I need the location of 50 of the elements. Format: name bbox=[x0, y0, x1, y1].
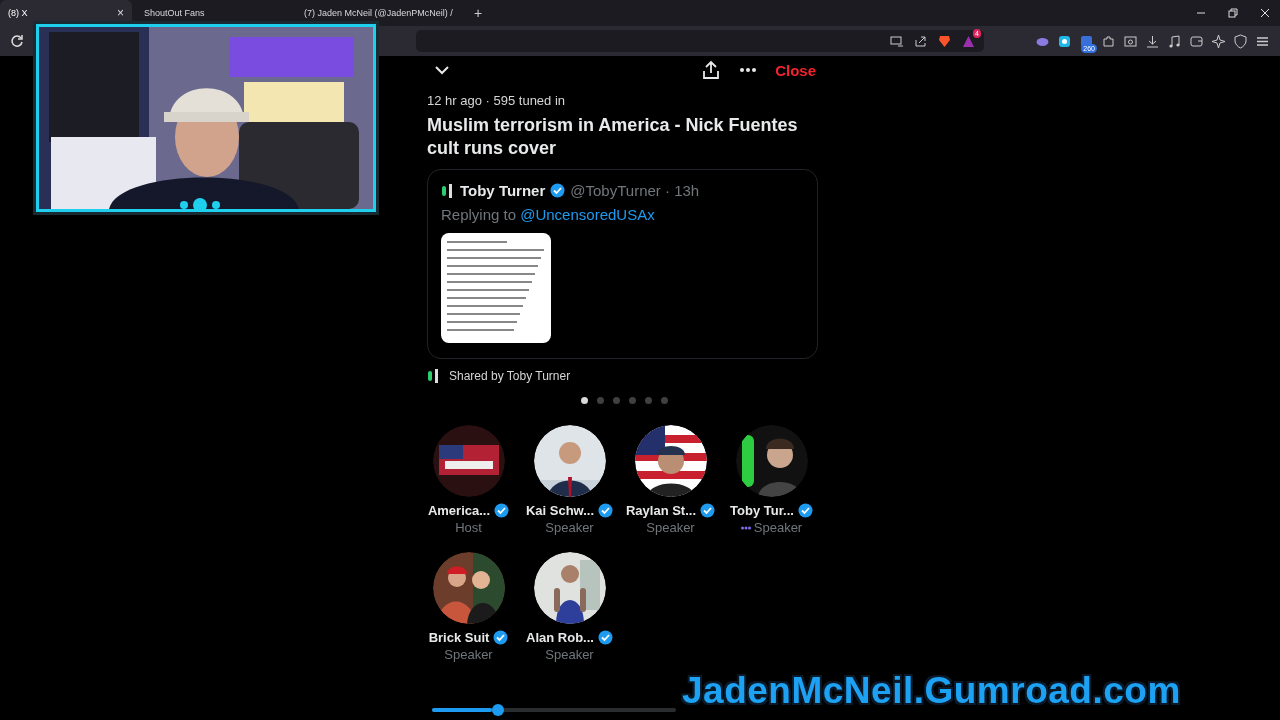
pager-dot[interactable] bbox=[597, 397, 604, 404]
reply-context: Replying to @UncensoredUSAx bbox=[441, 206, 656, 223]
handle-link[interactable]: @UncensoredUSAx bbox=[520, 206, 655, 223]
slider-handle[interactable] bbox=[491, 704, 504, 716]
sparkle-icon[interactable] bbox=[1211, 33, 1226, 49]
wallet-icon[interactable] bbox=[1189, 33, 1204, 49]
participant-name[interactable]: Raylan St... bbox=[625, 503, 697, 518]
search-window-icon[interactable] bbox=[1123, 33, 1138, 49]
reload-icon[interactable] bbox=[10, 34, 24, 48]
participant-name[interactable]: Toby Tur... bbox=[730, 503, 794, 518]
pager-dot[interactable] bbox=[661, 397, 668, 404]
participant-role: Speaker bbox=[753, 520, 803, 535]
lion-shield-icon[interactable] bbox=[937, 33, 952, 49]
space-meta: 12 hr ago · 595 tuned in bbox=[427, 93, 567, 108]
author-handle: @TobyTurner · 13h bbox=[570, 182, 700, 199]
triangle-icon[interactable] bbox=[961, 33, 976, 49]
participant-name[interactable]: Brick Suit bbox=[428, 630, 490, 645]
participant-role: Speaker bbox=[545, 520, 594, 535]
close-button[interactable]: Close bbox=[775, 61, 816, 79]
author-name: Toby Turner bbox=[460, 182, 546, 199]
browser-tab[interactable]: (7) Jaden McNeil (@JadenPMcNeil) / bbox=[290, 0, 460, 26]
screen-icon[interactable] bbox=[889, 33, 904, 49]
pager-dot[interactable] bbox=[581, 397, 588, 404]
quoted-post[interactable]: Toby Turner @TobyTurner · 13h Replying to @UncensoredUSAx bbox=[427, 169, 818, 359]
restore-icon[interactable] bbox=[1228, 8, 1238, 18]
close-icon[interactable]: × bbox=[117, 6, 124, 20]
pager-dot[interactable] bbox=[613, 397, 620, 404]
square-app-icon[interactable] bbox=[1057, 33, 1072, 49]
close-icon[interactable] bbox=[1260, 8, 1270, 18]
share-icon[interactable] bbox=[913, 33, 928, 49]
pager-dot[interactable] bbox=[629, 397, 636, 404]
download-icon[interactable] bbox=[1145, 33, 1160, 49]
space-title: Muslim terrorism in America - Nick Fuentes cult runs cover bbox=[427, 114, 799, 160]
music-note-icon[interactable] bbox=[1167, 33, 1182, 49]
participant-role: Speaker bbox=[444, 647, 493, 662]
shield-icon[interactable] bbox=[1233, 33, 1248, 49]
participant-name[interactable]: Alan Rob... bbox=[526, 630, 594, 645]
browser-tab[interactable]: ShoutOut Fans bbox=[136, 0, 286, 26]
chevron-down-icon[interactable] bbox=[434, 65, 450, 75]
pager-dot[interactable] bbox=[645, 397, 652, 404]
participant-role: Speaker bbox=[545, 647, 594, 662]
overlay-text: JadenMcNeil.Gumroad.com bbox=[682, 670, 1181, 712]
share-icon[interactable] bbox=[701, 60, 722, 80]
participant-role: Speaker bbox=[646, 520, 695, 535]
more-icon[interactable] bbox=[739, 67, 758, 73]
participant-name[interactable]: Kai Schw... bbox=[525, 503, 595, 518]
shared-by-text: Shared by Toby Turner bbox=[449, 369, 571, 383]
participant-name[interactable]: America... bbox=[427, 503, 491, 518]
participant-role: Host bbox=[455, 520, 482, 535]
new-tab-button[interactable]: + bbox=[464, 0, 493, 26]
